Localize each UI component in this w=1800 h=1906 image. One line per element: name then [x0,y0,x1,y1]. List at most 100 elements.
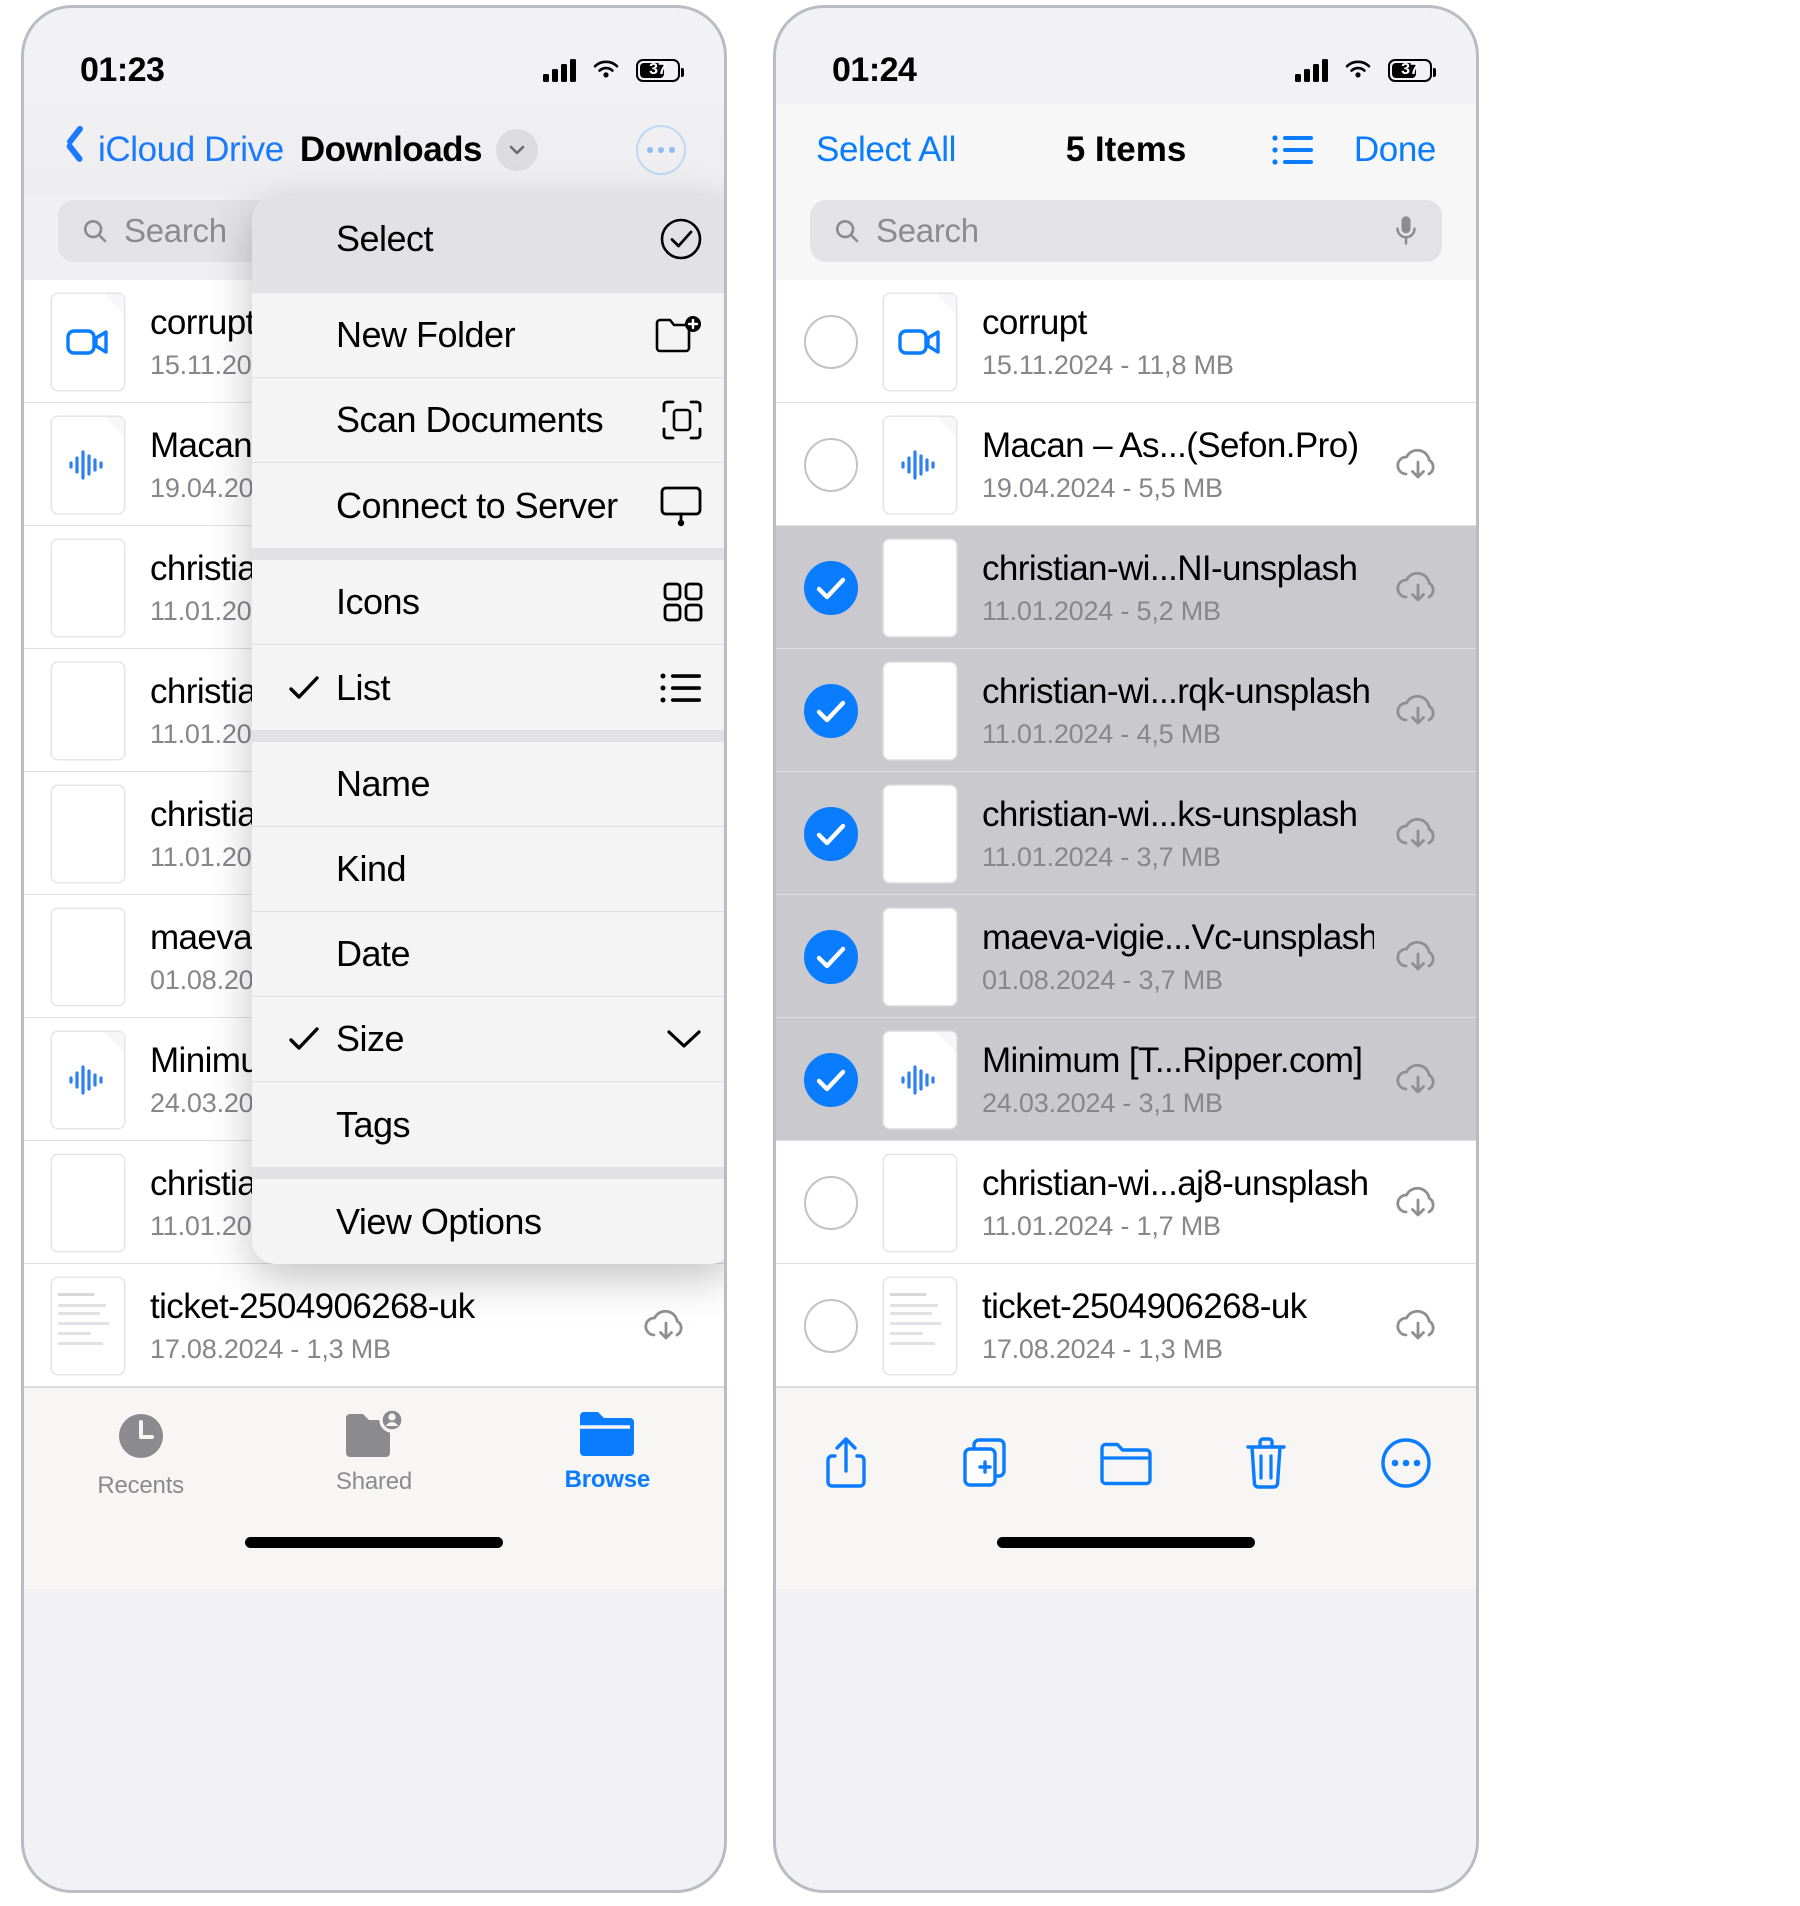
download-cloud-icon[interactable] [1392,813,1444,855]
file-thumbnail [52,1154,124,1251]
download-cloud-icon[interactable] [1392,1305,1444,1347]
file-name: christian-wi...NI-unsplash [982,549,1358,589]
navigation-bar-left: iCloud Drive Downloads [24,104,724,196]
file-row[interactable]: christian-wi...aj8-unsplash 11.01.2024 -… [776,1141,1476,1264]
done-button[interactable]: Done [1354,130,1436,170]
chevron-down-icon [664,1026,704,1052]
trash-icon [1242,1435,1290,1491]
file-meta: christian-wi...rqk-unsplash 11.01.2024 -… [982,671,1392,749]
download-cloud-icon[interactable] [1392,567,1444,609]
menu-item-icons[interactable]: Icons [252,560,724,645]
file-checkbox[interactable] [804,929,858,984]
row-divider [776,1385,1476,1387]
menu-item-name[interactable]: Name [252,742,724,827]
share-button[interactable] [776,1434,916,1492]
file-row[interactable]: corrupt 15.11.2024 - 11,8 MB [776,280,1476,403]
menu-item-kind[interactable]: Kind [252,827,724,912]
menu-item-date[interactable]: Date [252,912,724,997]
download-cloud-icon[interactable] [640,1305,692,1347]
file-list-right[interactable]: corrupt 15.11.2024 - 11,8 MB Macan – As.… [776,280,1476,1387]
checkmark-circle-icon [658,216,704,262]
file-meta: maeva-vigie...Vc-unsplash 01.08.2024 - 3… [982,917,1392,995]
file-checkbox[interactable] [804,437,858,492]
duplicate-button[interactable] [916,1436,1056,1490]
file-meta: corrupt 15.11.2024 - 11,8 MB [982,302,1476,380]
file-row[interactable]: ticket-2504906268-uk 17.08.2024 - 1,3 MB [776,1264,1476,1387]
menu-item-select[interactable]: Select [252,196,724,281]
download-cloud-icon[interactable] [1392,1059,1444,1101]
file-name: corrupt [982,303,1087,343]
tab-bar[interactable]: Recents Shared Browse [24,1387,724,1537]
share-icon [822,1434,870,1492]
file-checkbox[interactable] [804,1175,858,1230]
tab-shared[interactable]: Shared [257,1408,490,1496]
select-all-button[interactable]: Select All [816,130,956,170]
search-input[interactable]: Search [810,200,1442,262]
battery-level: 37 [649,61,667,78]
file-row[interactable]: ticket-2504906268-uk 17.08.2024 - 1,3 MB [24,1264,724,1387]
menu-item-view-options[interactable]: View Options [252,1179,724,1264]
menu-group-separator [252,281,724,293]
file-thumbnail [884,785,956,882]
menu-item-size[interactable]: Size [252,997,724,1082]
more-circle-icon [1379,1436,1433,1490]
file-checkbox[interactable] [804,806,858,861]
more-circle-button[interactable] [1336,1436,1476,1490]
file-row[interactable]: christian-wi...rqk-unsplash 11.01.2024 -… [776,649,1476,772]
file-meta: christian-wi...ks-unsplash 11.01.2024 - … [982,794,1392,872]
back-chevron-icon[interactable] [62,130,88,170]
file-checkbox[interactable] [804,314,858,369]
file-row[interactable]: christian-wi...NI-unsplash 11.01.2024 - … [776,526,1476,649]
file-row[interactable]: maeva-vigie...Vc-unsplash 01.08.2024 - 3… [776,895,1476,1018]
menu-item-connect-to-server[interactable]: Connect to Server [252,463,724,548]
file-checkbox[interactable] [804,683,858,738]
download-cloud-icon[interactable] [1392,690,1444,732]
selection-toolbar[interactable] [776,1387,1476,1537]
more-options-button[interactable] [636,125,686,175]
download-cloud-icon [1396,571,1435,601]
file-meta: Minimum [T...Ripper.com] 24.03.2024 - 3,… [982,1040,1392,1118]
battery-icon: 37 [1388,58,1436,82]
download-cloud-icon[interactable] [1392,444,1444,486]
trash-button[interactable] [1196,1435,1336,1491]
move-to-folder-button[interactable] [1056,1440,1196,1486]
duplicate-icon [960,1436,1012,1490]
file-details: 17.08.2024 - 1,3 MB [982,1333,1223,1364]
file-meta: christian-wi...NI-unsplash 11.01.2024 - … [982,548,1392,626]
file-row[interactable]: Minimum [T...Ripper.com] 24.03.2024 - 3,… [776,1018,1476,1141]
video-file-icon [52,293,124,390]
file-details: 15.11.2024 - 11,8 MB [982,349,1234,380]
download-cloud-icon [1396,817,1435,847]
audio-file-icon [52,1031,124,1128]
file-checkbox[interactable] [804,1052,858,1107]
file-details: 11.01.2024 - 3,7 MB [982,841,1221,872]
file-checkbox[interactable] [804,1298,858,1353]
search-placeholder: Search [876,212,979,249]
search-container-right: Search [776,196,1476,280]
context-menu[interactable]: Select New Folder Scan Documents Connect… [252,196,724,1264]
tab-browse[interactable]: Browse [491,1408,724,1494]
file-checkbox[interactable] [804,560,858,615]
menu-item-label: Icons [336,581,420,622]
download-cloud-icon[interactable] [1392,936,1444,978]
file-thumbnail [884,539,956,636]
file-row[interactable]: christian-wi...ks-unsplash 11.01.2024 - … [776,772,1476,895]
file-row[interactable]: Macan – As...(Sefon.Pro) 19.04.2024 - 5,… [776,403,1476,526]
list-view-icon[interactable] [1270,132,1316,168]
folder-chevron-down-icon[interactable] [496,129,539,171]
back-button-label[interactable]: iCloud Drive [98,130,284,170]
menu-item-scan-documents[interactable]: Scan Documents [252,378,724,463]
menu-item-tags[interactable]: Tags [252,1082,724,1167]
file-thumbnail [52,1277,124,1374]
menu-group-separator [252,730,724,742]
file-thumbnail [52,662,124,759]
page-title: Downloads [299,130,483,169]
file-thumbnail [884,662,956,759]
menu-item-new-folder[interactable]: New Folder [252,293,724,378]
audio-file-icon [884,416,956,513]
menu-group-separator [252,1167,724,1179]
download-cloud-icon[interactable] [1392,1182,1444,1224]
tab-recents[interactable]: Recents [24,1408,257,1500]
menu-item-list[interactable]: List [252,645,724,730]
microphone-icon[interactable] [1392,214,1420,248]
